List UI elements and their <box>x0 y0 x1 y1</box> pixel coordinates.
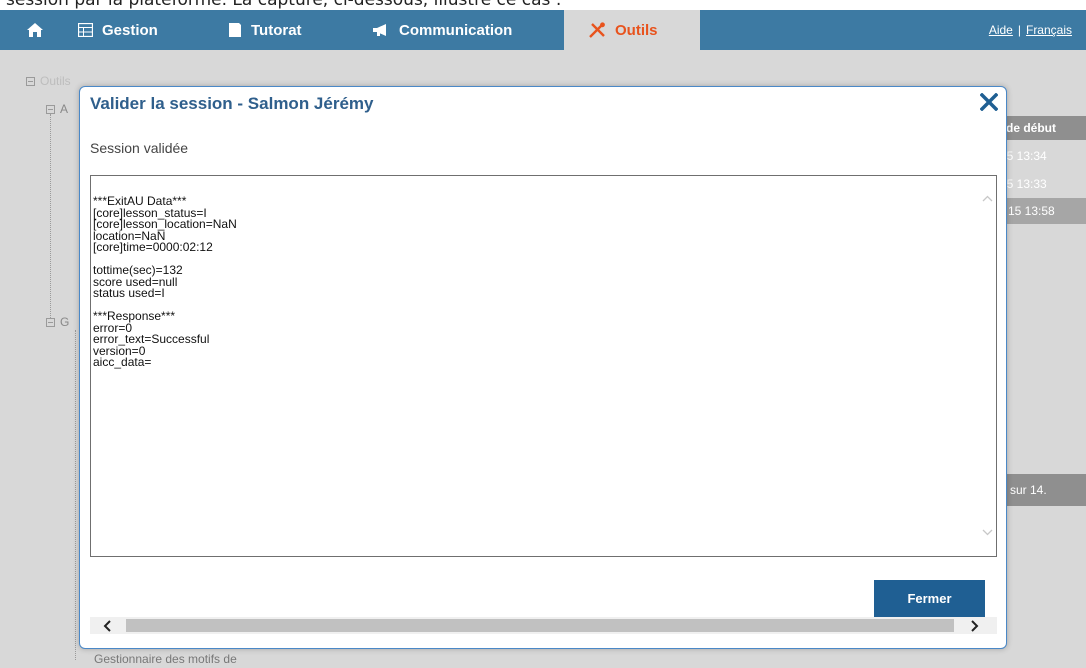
tab-gestion-label: Gestion <box>102 21 158 39</box>
horizontal-scrollbar[interactable] <box>90 617 997 634</box>
document-text-strip: session par la plateforme. La capture, c… <box>0 0 1086 10</box>
close-icon[interactable] <box>978 89 1000 115</box>
link-separator: | <box>1017 23 1021 37</box>
tree-root-label: Outils <box>40 74 71 88</box>
tree-collapse-icon[interactable] <box>26 77 35 86</box>
horizontal-scroll-thumb[interactable] <box>126 619 954 632</box>
help-link[interactable]: Aide <box>989 23 1013 37</box>
navbar-links: Aide | Français <box>989 10 1072 50</box>
tree-item-g-label: G <box>60 315 70 329</box>
tab-gestion[interactable]: Gestion <box>78 10 158 50</box>
tab-communication[interactable]: Communication <box>372 10 512 50</box>
home-icon <box>27 23 43 37</box>
table-icon <box>78 23 93 37</box>
scroll-left-icon[interactable] <box>96 617 118 634</box>
tree-collapse-icon[interactable] <box>46 318 55 327</box>
tab-tutorat-label: Tutorat <box>251 21 302 39</box>
tree-line <box>50 114 51 318</box>
start-time: 15 13:34 <box>1000 149 1047 163</box>
scroll-right-icon[interactable] <box>964 617 986 634</box>
pagination-label: 4 sur 14. <box>1000 483 1047 497</box>
pagination-count: 4 sur 14. <box>994 474 1086 506</box>
tree-collapse-icon[interactable] <box>46 105 55 114</box>
start-time: 15 13:33 <box>1000 177 1047 191</box>
session-status: Session validée <box>90 140 189 156</box>
tab-tutorat[interactable]: Tutorat <box>228 10 302 50</box>
top-navbar: Gestion Tutorat Communication Outils Aid… <box>0 10 1086 50</box>
document-text: session par la plateforme. La capture, c… <box>6 0 562 10</box>
session-log-textarea[interactable]: ***ExitAU Data*** [core]lesson_status=I … <box>90 175 997 557</box>
scroll-down-icon[interactable] <box>979 524 996 541</box>
column-header-label: de début <box>1006 121 1056 135</box>
language-link[interactable]: Français <box>1026 23 1072 37</box>
tools-icon <box>589 22 605 38</box>
start-time-selected: 15 13:58 <box>1000 198 1086 224</box>
session-log-text: ***ExitAU Data*** [core]lesson_status=I … <box>93 194 237 369</box>
tab-outils-label: Outils <box>615 21 658 39</box>
vertical-scrollbar[interactable] <box>979 176 996 556</box>
book-icon <box>229 23 241 37</box>
tree-line <box>75 330 76 660</box>
tab-communication-label: Communication <box>399 21 513 39</box>
close-button[interactable]: Fermer <box>874 580 985 617</box>
home-button[interactable] <box>26 10 53 50</box>
dialog-title: Valider la session - Salmon Jérémy <box>90 94 374 113</box>
validate-session-dialog: Valider la session - Salmon Jérémy Sessi… <box>79 86 1007 649</box>
scroll-up-icon[interactable] <box>979 190 996 207</box>
column-header: de début <box>1000 116 1086 140</box>
manager-label: Gestionnaire des motifs de <box>94 652 237 666</box>
megaphone-icon <box>373 24 386 36</box>
tab-outils[interactable]: Outils <box>564 10 700 50</box>
tree-item-a-label: A <box>60 102 69 116</box>
